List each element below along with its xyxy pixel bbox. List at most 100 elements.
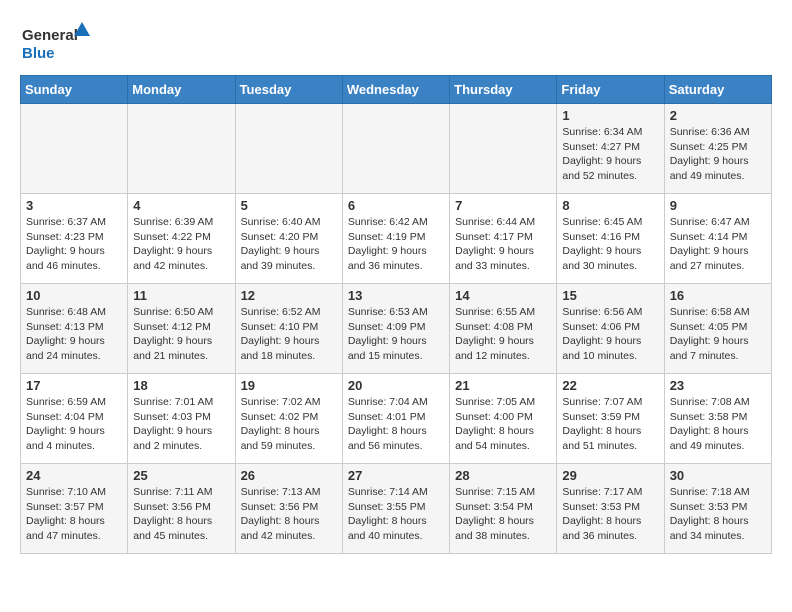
calendar-cell: 8 Sunrise: 6:45 AM Sunset: 4:16 PM Daylig…: [557, 194, 664, 284]
day-number: 12: [241, 288, 337, 303]
day-number: 21: [455, 378, 551, 393]
day-info: Sunrise: 7:13 AM Sunset: 3:56 PM Dayligh…: [241, 485, 337, 544]
day-header-monday: Monday: [128, 76, 235, 104]
day-info: Sunrise: 7:10 AM Sunset: 3:57 PM Dayligh…: [26, 485, 122, 544]
day-info: Sunrise: 7:14 AM Sunset: 3:55 PM Dayligh…: [348, 485, 444, 544]
day-info: Sunrise: 6:45 AM Sunset: 4:16 PM Dayligh…: [562, 215, 658, 274]
day-number: 25: [133, 468, 229, 483]
day-number: 14: [455, 288, 551, 303]
calendar-cell: 14Sunrise: 6:55 AM Sunset: 4:08 PM Dayli…: [450, 284, 557, 374]
calendar-cell: 23 Sunrise: 7:08 AM Sunset: 3:58 PM Dayli…: [664, 374, 771, 464]
calendar-table: SundayMondayTuesdayWednesdayThursdayFrid…: [20, 75, 772, 554]
calendar-cell: 3 Sunrise: 6:37 AM Sunset: 4:23 PM Daylig…: [21, 194, 128, 284]
day-info: Sunrise: 6:34 AM Sunset: 4:27 PM Dayligh…: [562, 125, 658, 184]
day-info: Sunrise: 6:40 AM Sunset: 4:20 PM Dayligh…: [241, 215, 337, 274]
day-info: Sunrise: 6:52 AM Sunset: 4:10 PM Dayligh…: [241, 305, 337, 364]
day-number: 19: [241, 378, 337, 393]
calendar-cell: 30Sunrise: 7:18 AM Sunset: 3:53 PM Dayli…: [664, 464, 771, 554]
day-info: Sunrise: 7:08 AM Sunset: 3:58 PM Dayligh…: [670, 395, 766, 454]
day-info: Sunrise: 6:48 AM Sunset: 4:13 PM Dayligh…: [26, 305, 122, 364]
day-header-tuesday: Tuesday: [235, 76, 342, 104]
day-info: Sunrise: 6:37 AM Sunset: 4:23 PM Dayligh…: [26, 215, 122, 274]
day-number: 4: [133, 198, 229, 213]
day-number: 6: [348, 198, 444, 213]
calendar-cell: 1 Sunrise: 6:34 AM Sunset: 4:27 PM Daylig…: [557, 104, 664, 194]
day-number: 30: [670, 468, 766, 483]
day-info: Sunrise: 6:47 AM Sunset: 4:14 PM Dayligh…: [670, 215, 766, 274]
day-number: 3: [26, 198, 122, 213]
calendar-body: 1 Sunrise: 6:34 AM Sunset: 4:27 PM Daylig…: [21, 104, 772, 554]
day-header-friday: Friday: [557, 76, 664, 104]
calendar-cell: 11Sunrise: 6:50 AM Sunset: 4:12 PM Dayli…: [128, 284, 235, 374]
day-info: Sunrise: 6:56 AM Sunset: 4:06 PM Dayligh…: [562, 305, 658, 364]
day-info: Sunrise: 7:07 AM Sunset: 3:59 PM Dayligh…: [562, 395, 658, 454]
day-number: 28: [455, 468, 551, 483]
calendar-cell: 10 Sunrise: 6:48 AM Sunset: 4:13 PM Dayli…: [21, 284, 128, 374]
calendar-cell: 20 Sunrise: 7:04 AM Sunset: 4:01 PM Dayli…: [342, 374, 449, 464]
svg-text:Blue: Blue: [22, 45, 55, 62]
day-number: 17: [26, 378, 122, 393]
day-header-sunday: Sunday: [21, 76, 128, 104]
day-info: Sunrise: 7:11 AM Sunset: 3:56 PM Dayligh…: [133, 485, 229, 544]
day-number: 24: [26, 468, 122, 483]
calendar-cell: 9 Sunrise: 6:47 AM Sunset: 4:14 PM Daylig…: [664, 194, 771, 284]
week-row-4: 17 Sunrise: 6:59 AM Sunset: 4:04 PM Dayli…: [21, 374, 772, 464]
calendar-cell: 15 Sunrise: 6:56 AM Sunset: 4:06 PM Dayli…: [557, 284, 664, 374]
day-number: 8: [562, 198, 658, 213]
calendar-cell: [450, 104, 557, 194]
day-number: 27: [348, 468, 444, 483]
logo-svg: General Blue: [20, 20, 90, 65]
day-number: 16: [670, 288, 766, 303]
calendar-cell: 26 Sunrise: 7:13 AM Sunset: 3:56 PM Dayli…: [235, 464, 342, 554]
day-number: 11: [133, 288, 229, 303]
day-number: 23: [670, 378, 766, 393]
calendar-cell: 29 Sunrise: 7:17 AM Sunset: 3:53 PM Dayli…: [557, 464, 664, 554]
calendar-cell: 19 Sunrise: 7:02 AM Sunset: 4:02 PM Dayli…: [235, 374, 342, 464]
day-info: Sunrise: 6:42 AM Sunset: 4:19 PM Dayligh…: [348, 215, 444, 274]
calendar-cell: 25 Sunrise: 7:11 AM Sunset: 3:56 PM Dayli…: [128, 464, 235, 554]
day-number: 18: [133, 378, 229, 393]
calendar-cell: 13Sunrise: 6:53 AM Sunset: 4:09 PM Dayli…: [342, 284, 449, 374]
day-info: Sunrise: 6:36 AM Sunset: 4:25 PM Dayligh…: [670, 125, 766, 184]
day-number: 1: [562, 108, 658, 123]
calendar-cell: 22 Sunrise: 7:07 AM Sunset: 3:59 PM Dayli…: [557, 374, 664, 464]
day-info: Sunrise: 7:17 AM Sunset: 3:53 PM Dayligh…: [562, 485, 658, 544]
day-info: Sunrise: 7:02 AM Sunset: 4:02 PM Dayligh…: [241, 395, 337, 454]
calendar-cell: 6 Sunrise: 6:42 AM Sunset: 4:19 PM Daylig…: [342, 194, 449, 284]
week-row-3: 10 Sunrise: 6:48 AM Sunset: 4:13 PM Dayli…: [21, 284, 772, 374]
calendar-cell: 12 Sunrise: 6:52 AM Sunset: 4:10 PM Dayli…: [235, 284, 342, 374]
day-number: 20: [348, 378, 444, 393]
day-of-week-row: SundayMondayTuesdayWednesdayThursdayFrid…: [21, 76, 772, 104]
day-header-wednesday: Wednesday: [342, 76, 449, 104]
logo: General Blue: [20, 20, 90, 65]
day-number: 5: [241, 198, 337, 213]
calendar-cell: 4Sunrise: 6:39 AM Sunset: 4:22 PM Daylig…: [128, 194, 235, 284]
svg-text:General: General: [22, 27, 78, 44]
day-info: Sunrise: 6:58 AM Sunset: 4:05 PM Dayligh…: [670, 305, 766, 364]
calendar-cell: 27 Sunrise: 7:14 AM Sunset: 3:55 PM Dayli…: [342, 464, 449, 554]
day-info: Sunrise: 7:04 AM Sunset: 4:01 PM Dayligh…: [348, 395, 444, 454]
day-number: 15: [562, 288, 658, 303]
day-number: 9: [670, 198, 766, 213]
week-row-5: 24 Sunrise: 7:10 AM Sunset: 3:57 PM Dayli…: [21, 464, 772, 554]
day-number: 22: [562, 378, 658, 393]
day-header-saturday: Saturday: [664, 76, 771, 104]
day-info: Sunrise: 7:01 AM Sunset: 4:03 PM Dayligh…: [133, 395, 229, 454]
day-number: 13: [348, 288, 444, 303]
week-row-1: 1 Sunrise: 6:34 AM Sunset: 4:27 PM Daylig…: [21, 104, 772, 194]
day-info: Sunrise: 7:15 AM Sunset: 3:54 PM Dayligh…: [455, 485, 551, 544]
day-info: Sunrise: 6:59 AM Sunset: 4:04 PM Dayligh…: [26, 395, 122, 454]
day-number: 26: [241, 468, 337, 483]
calendar-cell: 17 Sunrise: 6:59 AM Sunset: 4:04 PM Dayli…: [21, 374, 128, 464]
calendar-cell: 16 Sunrise: 6:58 AM Sunset: 4:05 PM Dayli…: [664, 284, 771, 374]
calendar-cell: [235, 104, 342, 194]
day-info: Sunrise: 6:44 AM Sunset: 4:17 PM Dayligh…: [455, 215, 551, 274]
day-number: 2: [670, 108, 766, 123]
day-number: 29: [562, 468, 658, 483]
day-number: 10: [26, 288, 122, 303]
calendar-cell: 18 Sunrise: 7:01 AM Sunset: 4:03 PM Dayli…: [128, 374, 235, 464]
calendar-cell: 2 Sunrise: 6:36 AM Sunset: 4:25 PM Daylig…: [664, 104, 771, 194]
header: General Blue: [20, 20, 772, 65]
calendar-cell: [128, 104, 235, 194]
day-header-thursday: Thursday: [450, 76, 557, 104]
